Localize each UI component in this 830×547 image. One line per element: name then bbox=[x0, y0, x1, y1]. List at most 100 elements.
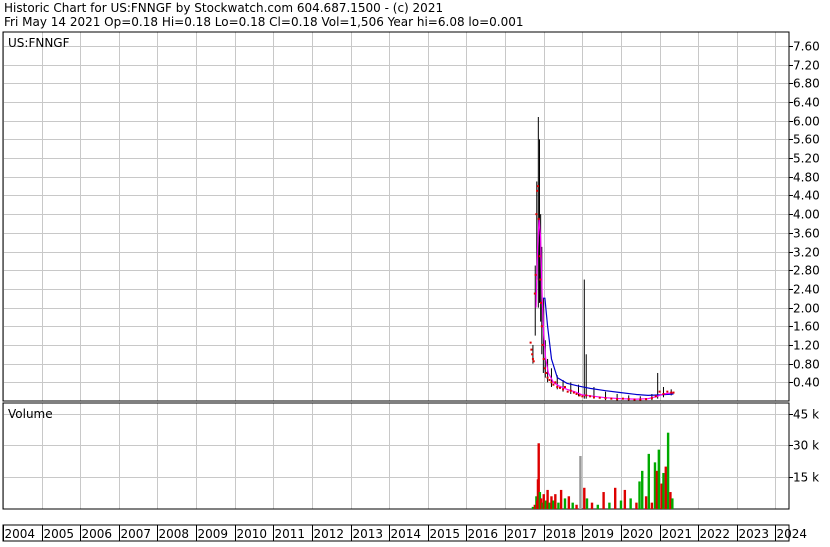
close-point bbox=[645, 398, 648, 401]
close-point bbox=[548, 378, 551, 381]
x-tick-label: 2012 bbox=[314, 527, 345, 541]
close-point bbox=[536, 189, 539, 192]
close-point bbox=[532, 360, 535, 363]
close-point bbox=[670, 391, 673, 394]
chart-quote-line: Fri May 14 2021 Op=0.18 Hi=0.18 Lo=0.18 … bbox=[4, 15, 523, 29]
close-point bbox=[545, 371, 548, 374]
close-point bbox=[592, 396, 595, 399]
volume-bar bbox=[666, 432, 670, 509]
close-point bbox=[658, 390, 661, 393]
close-point bbox=[558, 386, 561, 389]
volume-bar bbox=[585, 498, 589, 509]
x-tick-label: 2023 bbox=[739, 527, 770, 541]
volume-bar bbox=[664, 466, 667, 509]
y-tick-label: 2.00 bbox=[793, 302, 820, 316]
close-point bbox=[540, 325, 543, 328]
close-point bbox=[616, 398, 619, 401]
volume-bar bbox=[647, 453, 650, 509]
close-point bbox=[569, 389, 572, 392]
symbol-label: US:FNNGF bbox=[8, 36, 70, 50]
x-tick-label: 2015 bbox=[430, 527, 461, 541]
volume-bar bbox=[563, 498, 567, 509]
close-point bbox=[566, 390, 569, 393]
volume-bar bbox=[554, 494, 557, 509]
volume-bar bbox=[583, 487, 586, 509]
x-tick-label: 2019 bbox=[584, 527, 615, 541]
volume-bar bbox=[657, 449, 661, 509]
y-tick-label: 2.40 bbox=[793, 283, 820, 297]
close-point bbox=[621, 397, 624, 400]
close-point bbox=[537, 217, 540, 220]
close-point bbox=[531, 353, 534, 356]
volume-bar bbox=[571, 502, 574, 509]
close-point bbox=[556, 385, 559, 388]
x-tick-label: 2011 bbox=[275, 527, 306, 541]
y-tick-label: 0.40 bbox=[793, 376, 820, 390]
volume-bar bbox=[635, 502, 638, 509]
volume-bar bbox=[650, 502, 654, 509]
x-tick-label: 2009 bbox=[198, 527, 229, 541]
volume-bar bbox=[596, 504, 600, 509]
close-point bbox=[536, 185, 539, 188]
y-tick-label: 5.60 bbox=[793, 133, 820, 147]
close-point bbox=[672, 391, 675, 394]
x-tick-label: 2014 bbox=[391, 527, 422, 541]
close-point bbox=[530, 348, 533, 351]
close-point bbox=[533, 292, 536, 295]
y-tick-label: 4.40 bbox=[793, 189, 820, 203]
x-tick-label: 2013 bbox=[353, 527, 384, 541]
chart-title: Historic Chart for US:FNNGF by Stockwatc… bbox=[4, 1, 443, 15]
volume-bar bbox=[557, 502, 560, 509]
close-point bbox=[542, 357, 545, 360]
volume-bar bbox=[608, 502, 611, 509]
close-point bbox=[575, 392, 578, 395]
volume-bar bbox=[638, 481, 641, 509]
close-point bbox=[540, 301, 543, 304]
close-point bbox=[604, 397, 607, 400]
close-point bbox=[589, 395, 592, 398]
volume-bar bbox=[644, 496, 648, 509]
y-tick-label: 4.00 bbox=[793, 208, 820, 222]
close-point bbox=[531, 357, 534, 360]
close-point bbox=[543, 367, 546, 370]
volume-bar bbox=[619, 500, 623, 509]
volume-bar bbox=[623, 489, 627, 509]
close-point bbox=[554, 381, 557, 384]
x-tick-label: 2004 bbox=[5, 527, 36, 541]
volume-bar bbox=[641, 470, 644, 509]
close-point bbox=[585, 394, 588, 397]
close-point bbox=[529, 341, 532, 344]
volume-bar bbox=[613, 487, 617, 509]
close-point bbox=[552, 383, 555, 386]
close-point bbox=[546, 376, 549, 379]
volume-bar bbox=[559, 489, 563, 509]
stock-chart: Historic Chart for US:FNNGF by Stockwatc… bbox=[0, 0, 830, 543]
volume-tick-label: 45 k bbox=[793, 408, 819, 422]
y-tick-label: 1.60 bbox=[793, 320, 820, 334]
close-point bbox=[627, 398, 630, 401]
volume-bar bbox=[590, 502, 594, 509]
volume-tick-label: 15 k bbox=[793, 471, 819, 485]
close-point bbox=[538, 255, 541, 258]
y-tick-label: 2.80 bbox=[793, 264, 820, 278]
x-tick-label: 2016 bbox=[468, 527, 499, 541]
y-tick-label: 6.40 bbox=[793, 96, 820, 110]
close-point bbox=[572, 391, 575, 394]
volume-bar bbox=[567, 496, 571, 509]
y-tick-label: 5.20 bbox=[793, 152, 820, 166]
close-point bbox=[534, 273, 537, 276]
close-point bbox=[654, 395, 657, 398]
y-tick-label: 6.00 bbox=[793, 115, 820, 129]
volume-bar bbox=[602, 492, 605, 509]
y-tick-label: 1.20 bbox=[793, 339, 820, 353]
close-point bbox=[535, 213, 538, 216]
volume-bar bbox=[579, 456, 582, 509]
close-point bbox=[666, 390, 669, 393]
close-point bbox=[541, 343, 544, 346]
y-tick-label: 6.80 bbox=[793, 77, 820, 91]
y-tick-label: 3.20 bbox=[793, 246, 820, 260]
chart-canvas: Historic Chart for US:FNNGF by Stockwatc… bbox=[0, 0, 830, 543]
volume-label: Volume bbox=[8, 407, 53, 421]
y-tick-label: 4.80 bbox=[793, 171, 820, 185]
close-point bbox=[539, 278, 542, 281]
